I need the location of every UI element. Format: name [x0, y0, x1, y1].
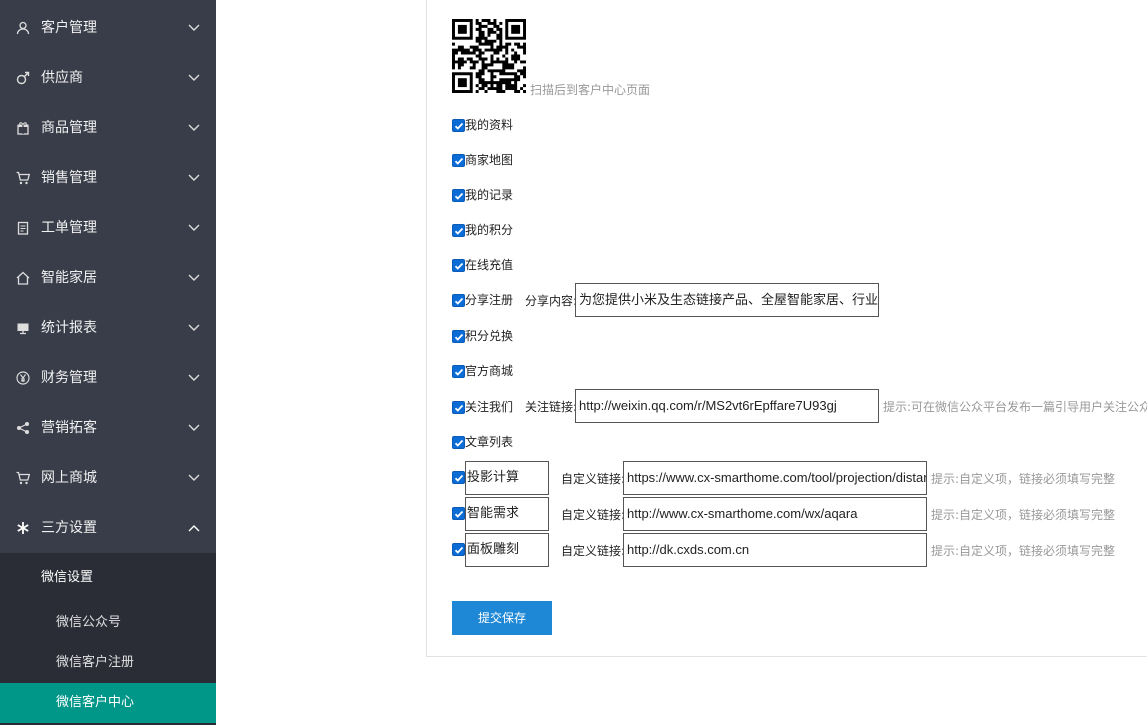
custom-link-label: 自定义链接: — [561, 544, 626, 558]
custom-name-input[interactable]: 智能需求 — [465, 497, 549, 531]
option-label: 在线充值 — [465, 258, 514, 272]
sidebar-item-label: 客户管理 — [41, 20, 97, 36]
follow-link-label: 关注链接: — [525, 400, 578, 414]
chevron-down-icon — [188, 174, 200, 182]
qr-hint: 扫描后到客户中心页面 — [530, 83, 651, 97]
qr-code-image — [452, 19, 526, 93]
sidebar-item-smarthome[interactable]: 智能家居 — [0, 253, 216, 303]
cart-icon — [16, 171, 30, 185]
submenu-item-wechat-register[interactable]: 微信客户注册 — [0, 643, 216, 683]
snowflake-icon — [16, 521, 30, 535]
option-checkbox[interactable] — [452, 401, 465, 414]
option-checkbox[interactable] — [452, 294, 465, 307]
option-label: 关注我们 — [465, 400, 514, 414]
custom-hint: 提示:自定义项，链接必须填写完整 — [931, 472, 1116, 486]
sidebar-item-sales[interactable]: 销售管理 — [0, 153, 216, 203]
option-checkbox[interactable] — [452, 330, 465, 343]
yen-icon — [16, 371, 30, 385]
option-label: 商家地图 — [465, 153, 514, 167]
chevron-down-icon — [188, 374, 200, 382]
chevron-down-icon — [188, 424, 200, 432]
chevron-down-icon — [188, 274, 200, 282]
custom-link-input[interactable]: https://www.cx-smarthome.com/tool/projec… — [623, 461, 927, 495]
submenu-item-wechat-account[interactable]: 微信公众号 — [0, 603, 216, 643]
sidebar-item-reports[interactable]: 统计报表 — [0, 303, 216, 353]
custom-link-input[interactable]: http://www.cx-smarthome.com/wx/aqara — [623, 497, 927, 531]
option-label: 积分兑换 — [465, 329, 514, 343]
option-checkbox[interactable] — [452, 119, 465, 132]
sidebar-item-marketing[interactable]: 营销拓客 — [0, 403, 216, 453]
submit-save-button[interactable]: 提交保存 — [452, 601, 552, 635]
sidebar-item-finance[interactable]: 财务管理 — [0, 353, 216, 403]
sidebar-item-label: 三方设置 — [41, 520, 97, 536]
chevron-down-icon — [188, 24, 200, 32]
option-label: 我的积分 — [465, 223, 514, 237]
sidebar-item-thirdparty[interactable]: 三方设置 — [0, 503, 216, 553]
submenu-head-wechat-settings[interactable]: 微信设置 — [0, 553, 216, 603]
user-icon — [16, 21, 30, 35]
sidebar-item-products[interactable]: 商品管理 — [0, 103, 216, 153]
option-label: 我的资料 — [465, 118, 514, 132]
option-checkbox[interactable] — [452, 189, 465, 202]
option-checkbox[interactable] — [452, 154, 465, 167]
share-icon — [16, 421, 30, 435]
submenu-panel: 微信设置 微信公众号 微信客户注册 微信客户中心 — [0, 553, 216, 725]
option-checkbox[interactable] — [452, 224, 465, 237]
sidebar-item-suppliers[interactable]: 供应商 — [0, 53, 216, 103]
option-label: 官方商城 — [465, 364, 514, 378]
custom-checkbox[interactable] — [452, 471, 465, 484]
option-label: 文章列表 — [465, 435, 514, 449]
chevron-down-icon — [188, 74, 200, 82]
sidebar-item-label: 营销拓客 — [41, 420, 97, 436]
share-content-label: 分享内容: — [525, 294, 578, 308]
submenu-item-wechat-customer-center[interactable]: 微信客户中心 — [0, 683, 216, 723]
custom-link-input[interactable]: http://dk.cxds.com.cn — [623, 533, 927, 567]
custom-link-label: 自定义链接: — [561, 508, 626, 522]
male-icon — [16, 71, 30, 85]
sidebar-item-label: 智能家居 — [41, 270, 97, 286]
option-checkbox[interactable] — [452, 259, 465, 272]
sidebar-item-label: 财务管理 — [41, 370, 97, 386]
sidebar-item-customers[interactable]: 客户管理 — [0, 3, 216, 53]
sidebar: 客户管理 供应商 商品管理 销售管理 工单管理 智能家居 统计报表 财务管理 营… — [0, 0, 216, 725]
gift-icon — [16, 121, 30, 135]
custom-checkbox[interactable] — [452, 507, 465, 520]
option-label: 我的记录 — [465, 188, 514, 202]
follow-hint: 提示:可在微信公众平台发布一篇引导用户关注公众号 — [883, 400, 1147, 414]
option-label: 分享注册 — [465, 293, 514, 307]
option-checkbox[interactable] — [452, 436, 465, 449]
follow-link-input[interactable]: http://weixin.qq.com/r/MS2vt6rEpffare7U9… — [575, 389, 879, 423]
custom-name-input[interactable]: 面板雕刻 — [465, 533, 549, 567]
sidebar-item-mall[interactable]: 网上商城 — [0, 453, 216, 503]
custom-link-label: 自定义链接: — [561, 472, 626, 486]
custom-checkbox[interactable] — [452, 543, 465, 556]
chevron-down-icon — [188, 324, 200, 332]
chevron-up-icon — [188, 524, 200, 532]
chevron-down-icon — [188, 124, 200, 132]
chevron-down-icon — [188, 224, 200, 232]
option-checkbox[interactable] — [452, 365, 465, 378]
sidebar-item-workorders[interactable]: 工单管理 — [0, 203, 216, 253]
custom-hint: 提示:自定义项，链接必须填写完整 — [931, 508, 1116, 522]
cart-icon — [16, 471, 30, 485]
sidebar-item-label: 网上商城 — [41, 470, 97, 486]
sidebar-item-label: 统计报表 — [41, 320, 97, 336]
clipboard-icon — [16, 221, 30, 235]
chevron-down-icon — [188, 474, 200, 482]
custom-hint: 提示:自定义项，链接必须填写完整 — [931, 544, 1116, 558]
sidebar-item-label: 商品管理 — [41, 120, 97, 136]
sidebar-item-label: 工单管理 — [41, 220, 97, 236]
home-icon — [16, 271, 30, 285]
monitor-icon — [16, 321, 30, 335]
custom-name-input[interactable]: 投影计算 — [465, 461, 549, 495]
sidebar-item-label: 销售管理 — [41, 170, 97, 186]
share-content-input[interactable]: 为您提供小米及生态链接产品、全屋智能家居、行业 — [575, 283, 879, 317]
sidebar-item-label: 供应商 — [41, 70, 83, 86]
